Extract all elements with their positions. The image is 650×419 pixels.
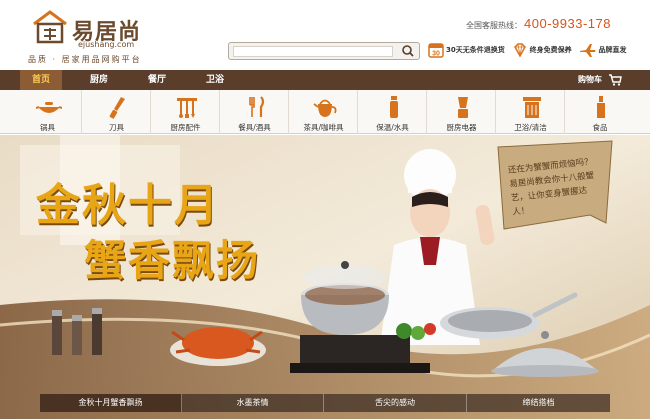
category-label: 卫浴/清洁 <box>514 123 547 132</box>
banner-tab-autumn-crab[interactable]: 金秋十月蟹香飘扬 <box>40 394 182 412</box>
knife-icon <box>109 97 125 119</box>
brand-domain: ejushang.com <box>78 40 135 49</box>
nav-item-home[interactable]: 首页 <box>20 70 62 90</box>
banner-tabs: 金秋十月蟹香飘扬 水墨茶情 舌尖的感动 缔结搭档 <box>40 394 610 412</box>
promise-returns[interactable]: 30 30天无条件退换货 <box>428 42 505 58</box>
category-appliances[interactable]: 厨房电器 <box>428 90 496 134</box>
search-button[interactable] <box>399 44 417 58</box>
nav-item-bathroom[interactable]: 卫浴 <box>194 70 236 90</box>
search-input[interactable] <box>233 46 393 57</box>
category-kitchen-accessories[interactable]: 厨房配件 <box>152 90 220 134</box>
search-bar <box>228 42 420 60</box>
promise-maintenance[interactable]: 终身免费保养 <box>512 42 572 58</box>
category-knives[interactable]: 刀具 <box>83 90 151 134</box>
category-label: 厨房电器 <box>446 123 477 132</box>
banner-tab-ink-tea[interactable]: 水墨茶情 <box>182 394 324 412</box>
teapot-icon <box>313 99 337 117</box>
category-cookware[interactable]: 锅具 <box>14 90 82 134</box>
hotline: 全国客服热线： 400-9933-178 <box>466 16 611 31</box>
blender-icon <box>458 97 468 118</box>
category-food[interactable]: 食品 <box>566 90 634 134</box>
category-label: 刀具 <box>109 123 124 132</box>
cutlery-icon <box>249 96 265 117</box>
utensil-rack-icon <box>177 98 197 118</box>
cart-icon <box>608 73 622 86</box>
category-teaware[interactable]: 茶具/咖啡具 <box>290 90 358 134</box>
category-label: 保温/水具 <box>376 123 409 132</box>
calendar-30-icon: 30 <box>428 43 444 58</box>
promise-label: 终身免费保养 <box>529 46 572 54</box>
banner-tab-partners[interactable]: 缔结搭档 <box>467 394 610 412</box>
service-promises: 30 30天无条件退换货 终身免费保养 品牌直发 <box>428 42 631 62</box>
cart-label: 购物车 <box>578 75 602 84</box>
nav-item-kitchen[interactable]: 厨房 <box>78 70 120 90</box>
promise-label: 品牌直发 <box>598 46 627 54</box>
category-label: 茶具/咖啡具 <box>303 123 344 132</box>
banner-headline-1: 金秋十月 <box>36 180 220 231</box>
category-label: 餐具/酒具 <box>238 123 271 132</box>
banner-note: 还在为蟹蟹而烦恼吗？易居尚教会你十八般蟹艺，让你变身蟹握达人！ <box>507 157 595 218</box>
diamond-icon <box>513 43 526 58</box>
cart-button[interactable]: 购物车 <box>578 70 622 90</box>
search-icon <box>402 45 414 57</box>
promise-shipping[interactable]: 品牌直发 <box>579 42 627 58</box>
hotline-number: 400-9933-178 <box>524 16 611 31</box>
main-nav: 首页 厨房 餐厅 卫浴 购物车 <box>0 70 650 90</box>
promo-banner[interactable]: 金秋十月 蟹香飘扬 还在为蟹蟹而烦恼吗？易居尚教会你十八般蟹艺，让你变身蟹握达人… <box>0 135 650 419</box>
nav-item-dining[interactable]: 餐厅 <box>136 70 178 90</box>
category-label: 厨房配件 <box>170 123 201 132</box>
bottle-icon <box>597 96 605 118</box>
category-bar: 锅具 刀具 厨房配件 餐具/酒具 茶具/咖啡具 保温/水具 厨房电器 卫浴/清洁… <box>0 90 650 134</box>
category-thermos[interactable]: 保温/水具 <box>359 90 427 134</box>
wok-icon <box>36 102 62 113</box>
banner-headline-2: 蟹香飘扬 <box>84 236 261 285</box>
brand-logo[interactable]: 易居尚 ejushang.com 品质 · 居家用品网购平台 <box>28 10 168 64</box>
category-tableware[interactable]: 餐具/酒具 <box>221 90 289 134</box>
category-label: 食品 <box>592 123 608 132</box>
svg-text:30: 30 <box>432 51 440 58</box>
category-bathroom-cleaning[interactable]: 卫浴/清洁 <box>497 90 565 134</box>
thermos-icon <box>390 96 398 118</box>
banner-tab-tongue-touch[interactable]: 舌尖的感动 <box>324 394 467 412</box>
brand-slogan: 品质 · 居家用品网购平台 <box>28 55 142 64</box>
category-label: 锅具 <box>40 123 55 132</box>
bath-icon <box>523 97 541 118</box>
house-logo-icon <box>33 10 67 44</box>
hotline-label: 全国客服热线： <box>466 21 522 30</box>
promise-label: 30天无条件退换货 <box>446 46 505 54</box>
site-header: 易居尚 ejushang.com 品质 · 居家用品网购平台 全国客服热线： 40… <box>0 0 650 68</box>
airplane-icon <box>579 44 595 57</box>
